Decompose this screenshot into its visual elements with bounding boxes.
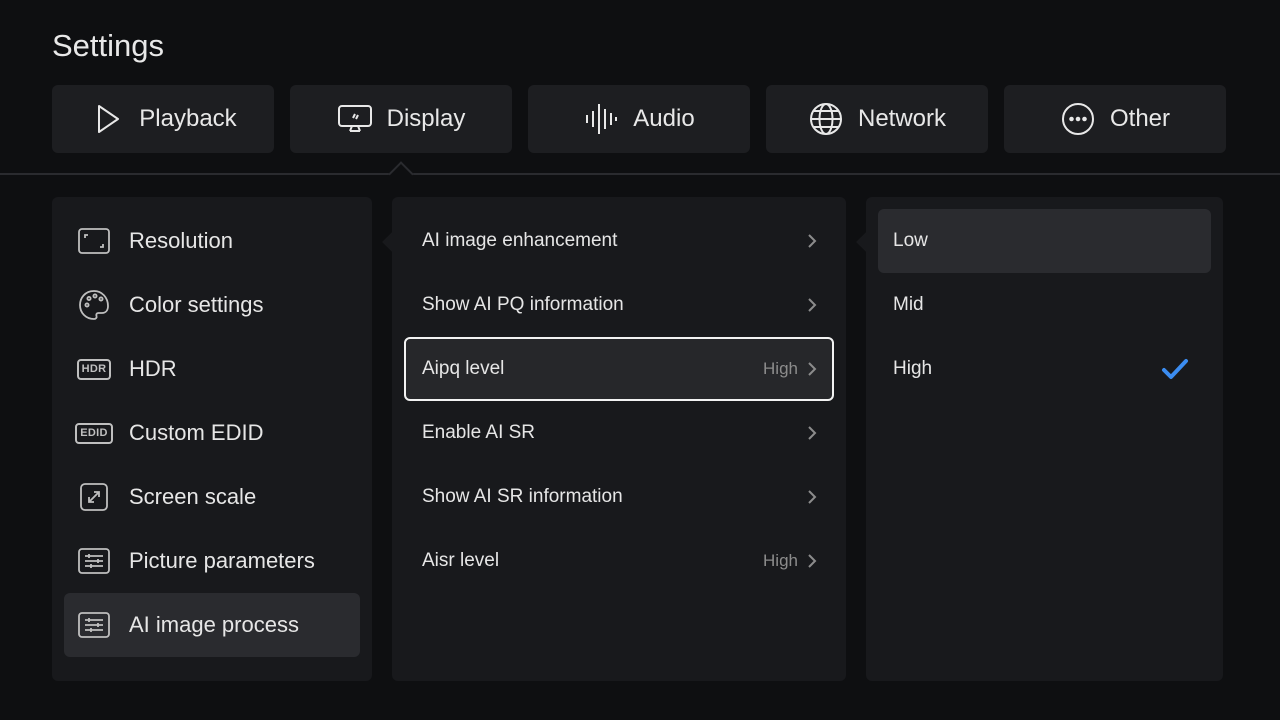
menu-item-hdr[interactable]: HDR HDR bbox=[64, 337, 360, 401]
submenu-item-label: Aipq level bbox=[422, 358, 505, 379]
tab-display[interactable]: Display bbox=[290, 85, 512, 153]
menu-item-ai-image-process[interactable]: AI image process bbox=[64, 593, 360, 657]
submenu-item-ai-image-enhancement[interactable]: AI image enhancement bbox=[404, 209, 834, 273]
tab-network[interactable]: Network bbox=[766, 85, 988, 153]
tab-label: Audio bbox=[633, 105, 695, 132]
aipq-level-options: Low Mid High bbox=[866, 197, 1223, 681]
tab-label: Network bbox=[857, 105, 947, 132]
option-label: Low bbox=[893, 230, 928, 251]
resolution-icon bbox=[76, 223, 112, 259]
submenu-item-label: Aisr level bbox=[422, 550, 500, 571]
chevron-right-icon bbox=[808, 362, 817, 376]
page-title: Settings bbox=[52, 28, 165, 63]
submenu-item-label: Enable AI SR bbox=[422, 422, 536, 443]
menu-item-label: Picture parameters bbox=[129, 548, 315, 573]
audio-wave-icon bbox=[586, 104, 618, 134]
menu-item-label: HDR bbox=[129, 356, 177, 381]
play-icon bbox=[98, 105, 120, 133]
selected-tab-indicator bbox=[388, 161, 414, 187]
menu-item-label: Color settings bbox=[129, 292, 264, 317]
tab-playback[interactable]: Playback bbox=[52, 85, 274, 153]
option-mid[interactable]: Mid bbox=[878, 273, 1211, 337]
tab-audio[interactable]: Audio bbox=[528, 85, 750, 153]
menu-item-color-settings[interactable]: Color settings bbox=[64, 273, 360, 337]
hdr-badge-text: HDR bbox=[76, 358, 112, 380]
submenu-item-label: Show AI PQ information bbox=[422, 294, 624, 315]
screen-scale-icon bbox=[76, 479, 112, 515]
palette-icon bbox=[76, 287, 112, 323]
display-icon bbox=[337, 105, 372, 132]
sliders-icon bbox=[76, 607, 112, 643]
menu-item-label: AI image process bbox=[129, 612, 299, 637]
edid-badge-text: EDID bbox=[75, 422, 113, 444]
option-label: Mid bbox=[893, 294, 924, 315]
ai-image-process-submenu: AI image enhancement Show AI PQ informat… bbox=[392, 197, 846, 681]
display-category-list: Resolution Color settings HDR HDR EDID C… bbox=[52, 197, 372, 681]
chevron-right-icon bbox=[808, 490, 817, 504]
chevron-right-icon bbox=[808, 298, 817, 312]
menu-item-resolution[interactable]: Resolution bbox=[64, 209, 360, 273]
menu-item-custom-edid[interactable]: EDID Custom EDID bbox=[64, 401, 360, 465]
submenu-item-label: AI image enhancement bbox=[422, 230, 618, 251]
sliders-icon bbox=[76, 543, 112, 579]
chevron-right-icon bbox=[808, 426, 817, 440]
submenu-item-aisr-level[interactable]: Aisr level High bbox=[404, 529, 834, 593]
top-tabs: Playback Display Audio Network Other bbox=[52, 85, 1226, 153]
submenu-item-show-ai-pq-information[interactable]: Show AI PQ information bbox=[404, 273, 834, 337]
tab-label: Playback bbox=[139, 105, 237, 132]
submenu-item-label: Show AI SR information bbox=[422, 486, 623, 507]
chevron-right-icon bbox=[808, 554, 817, 568]
submenu-item-show-ai-sr-information[interactable]: Show AI SR information bbox=[404, 465, 834, 529]
menu-item-label: Resolution bbox=[129, 228, 233, 253]
menu-item-screen-scale[interactable]: Screen scale bbox=[64, 465, 360, 529]
more-dots-icon bbox=[1061, 103, 1094, 135]
option-label: High bbox=[893, 358, 933, 379]
submenu-item-value: High bbox=[763, 551, 798, 570]
tab-label: Display bbox=[386, 105, 466, 132]
menu-item-picture-parameters[interactable]: Picture parameters bbox=[64, 529, 360, 593]
hdr-icon: HDR bbox=[76, 351, 112, 387]
tab-other[interactable]: Other bbox=[1004, 85, 1226, 153]
chevron-right-icon bbox=[808, 234, 817, 248]
option-low[interactable]: Low bbox=[878, 209, 1211, 273]
submenu-item-enable-ai-sr[interactable]: Enable AI SR bbox=[404, 401, 834, 465]
submenu-item-value: High bbox=[763, 359, 798, 378]
submenu-item-aipq-level[interactable]: Aipq level High bbox=[404, 337, 834, 401]
tab-divider bbox=[0, 173, 1280, 175]
menu-item-label: Screen scale bbox=[129, 484, 257, 509]
tab-label: Other bbox=[1109, 105, 1171, 132]
globe-icon bbox=[809, 103, 842, 135]
checkmark-icon bbox=[1162, 359, 1188, 379]
edid-icon: EDID bbox=[75, 415, 113, 451]
menu-item-label: Custom EDID bbox=[129, 420, 264, 445]
option-high[interactable]: High bbox=[878, 337, 1211, 401]
